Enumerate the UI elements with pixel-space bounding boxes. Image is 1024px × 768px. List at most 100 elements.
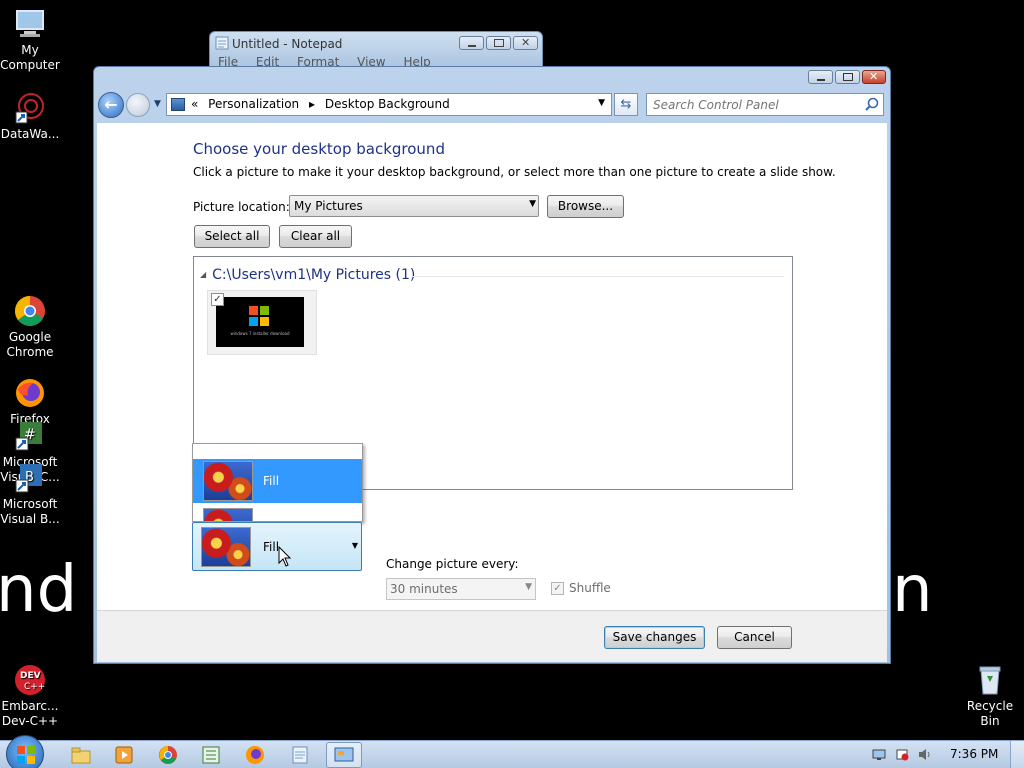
start-button[interactable]: [6, 735, 44, 768]
notepad-maximize-button[interactable]: [486, 36, 511, 50]
volume-icon[interactable]: [918, 748, 932, 761]
close-icon: ✕: [869, 70, 879, 83]
shuffle-label[interactable]: Shuffle: [569, 581, 611, 595]
firefox-icon: [14, 377, 46, 409]
interval-select[interactable]: 30 minutes ▼: [386, 578, 536, 600]
chrome-icon[interactable]: [157, 745, 179, 765]
wallpaper-preview-image: windows 7 installer download: [216, 297, 304, 347]
chrome-icon: [14, 295, 46, 327]
minimize-icon: [468, 45, 476, 47]
control-panel-icon: [334, 747, 354, 762]
group-header[interactable]: ◢ C:\Users\vm1\My Pictures (1): [200, 267, 415, 283]
picture-position-select[interactable]: Fill ▼: [192, 522, 362, 571]
svg-text:DEV: DEV: [20, 671, 41, 681]
breadcrumb-desktop-background[interactable]: Desktop Background: [325, 97, 450, 111]
visual-b-shortcut-icon: B: [14, 462, 46, 494]
desktop-icon-visual-b[interactable]: B Microsoft Visual B...: [0, 462, 62, 527]
close-icon: ✕: [521, 36, 531, 49]
select-all-button[interactable]: Select all: [194, 225, 270, 248]
mouse-cursor-icon: [278, 546, 292, 567]
desktop-icon-label: Google: [8, 330, 52, 344]
desktop-icon-my-computer[interactable]: My Computer: [0, 8, 62, 73]
address-dropdown-icon[interactable]: ▼: [598, 98, 605, 108]
windows-logo-icon: [249, 306, 269, 326]
thumbnail-checkbox[interactable]: ✓: [211, 293, 224, 306]
breadcrumb-personalization[interactable]: Personalization: [208, 97, 299, 111]
picture-thumbnail[interactable]: windows 7 installer download ✓: [207, 290, 317, 355]
windows-logo-icon: [17, 746, 35, 764]
refresh-button[interactable]: ⇆: [614, 93, 638, 116]
desktop-icon-recycle-bin[interactable]: Recycle Bin: [958, 664, 1022, 729]
minimize-button[interactable]: [808, 70, 833, 84]
desktop-icon-dev-cpp[interactable]: DEV C++ Embarc... Dev-C++: [0, 664, 62, 729]
group-divider: [412, 276, 784, 277]
desktop-icon-label: My: [21, 43, 39, 57]
search-box[interactable]: [646, 93, 884, 116]
desktop-icon-label: Bin: [980, 714, 1000, 728]
visual-c-shortcut-icon: #: [14, 420, 46, 452]
notepad-window[interactable]: Untitled - Notepad ✕ File Edit Format Vi…: [209, 31, 543, 71]
desktop-icon-label: Dev-C++: [1, 714, 59, 728]
maximize-icon: [494, 39, 504, 47]
picture-location-label: Picture location:: [193, 200, 290, 214]
spreadsheet-icon[interactable]: [200, 745, 222, 765]
desktop-icon-label: Recycle: [966, 699, 1014, 713]
picture-location-select[interactable]: My Pictures ▼: [289, 195, 539, 217]
media-player-icon[interactable]: [113, 745, 135, 765]
desktop-icon-label: Embarc...: [1, 699, 59, 713]
change-picture-label: Change picture every:: [386, 557, 519, 571]
svg-text:C++: C++: [24, 682, 45, 692]
picture-location-value: My Pictures: [294, 199, 363, 213]
shuffle-checkbox[interactable]: ✓: [551, 582, 564, 595]
clear-all-button[interactable]: Clear all: [279, 225, 352, 248]
position-option-label: Fill: [263, 474, 280, 488]
maximize-icon: [843, 73, 853, 81]
maximize-button[interactable]: [835, 70, 860, 84]
notepad-minimize-button[interactable]: [459, 36, 484, 50]
collapse-triangle-icon[interactable]: ◢: [200, 270, 206, 279]
recent-pages-dropdown-icon[interactable]: ▼: [154, 99, 161, 109]
desktop-icon-label: Computer: [0, 58, 60, 72]
desktop-icon-label: Microsoft: [2, 497, 58, 511]
cancel-button[interactable]: Cancel: [717, 626, 792, 649]
browse-button[interactable]: Browse...: [547, 195, 624, 218]
desktop-icon-google-chrome[interactable]: Google Chrome: [0, 295, 62, 360]
group-header-label: C:\Users\vm1\My Pictures (1): [212, 267, 416, 283]
network-icon[interactable]: [872, 748, 886, 761]
navigation-bar: ← ▼ « Personalization ▸ Desktop Backgrou…: [94, 89, 890, 123]
show-desktop-button[interactable]: [1010, 741, 1024, 768]
recycle-bin-icon: [974, 664, 1006, 696]
taskbar-clock[interactable]: 7:36 PM: [950, 747, 998, 761]
breadcrumb: « Personalization ▸ Desktop Background: [191, 97, 456, 111]
explorer-icon[interactable]: [70, 745, 92, 765]
search-input[interactable]: [647, 94, 863, 115]
desktop-background-window[interactable]: ✕ ← ▼ « Personalization ▸ Desktop Backgr…: [93, 66, 891, 664]
back-button[interactable]: ←: [98, 92, 124, 118]
fill-preview-image: [203, 461, 253, 501]
notepad-icon: [292, 746, 308, 764]
address-bar[interactable]: « Personalization ▸ Desktop Background ▼: [166, 93, 612, 116]
desktop-icon-label: DataWa...: [0, 127, 60, 141]
position-option-next[interactable]: [193, 506, 362, 521]
firefox-icon[interactable]: [244, 745, 266, 765]
picture-position-dropdown-list[interactable]: Fill: [192, 443, 363, 522]
minimize-icon: [817, 79, 825, 81]
breadcrumb-overflow[interactable]: «: [191, 97, 198, 111]
picture-position-value: Fill: [263, 540, 280, 554]
option-preview-image: [203, 508, 253, 521]
dev-cpp-icon: DEV C++: [14, 664, 46, 696]
datawarehouse-shortcut-icon: [14, 92, 46, 124]
search-icon[interactable]: [865, 97, 879, 111]
desktop-icon-datawa[interactable]: DataWa...: [0, 92, 62, 142]
chevron-down-icon: ▼: [525, 582, 532, 592]
notepad-icon: [215, 36, 229, 50]
desktop-icon-label: Visual B...: [0, 512, 60, 526]
action-center-icon[interactable]: [895, 748, 909, 761]
breadcrumb-separator-icon[interactable]: ▸: [309, 97, 315, 111]
position-option-fill[interactable]: Fill: [193, 459, 362, 503]
notepad-close-button[interactable]: ✕: [513, 36, 538, 50]
save-changes-button[interactable]: Save changes: [604, 626, 705, 649]
forward-button[interactable]: [126, 93, 150, 117]
close-button[interactable]: ✕: [862, 70, 886, 84]
back-arrow-icon: ←: [104, 95, 118, 114]
